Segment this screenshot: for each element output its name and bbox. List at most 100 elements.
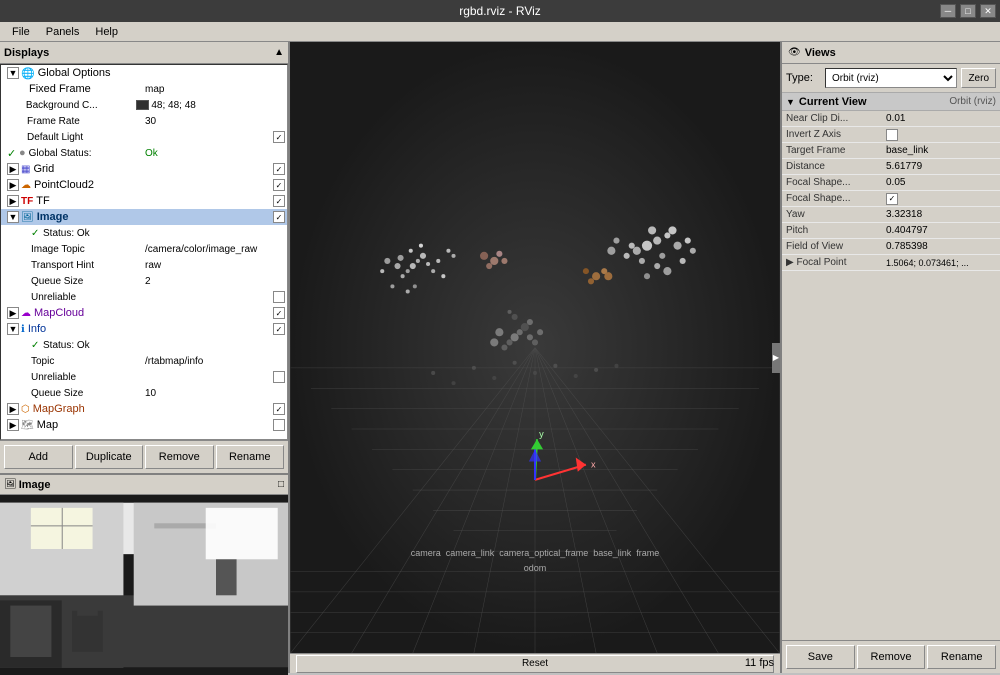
viewport-3d[interactable]: x y camera camera_link camera_optical_fr… [290, 42, 780, 653]
grid-label: Grid [33, 163, 273, 175]
properties-list: Near Clip Di... 0.01 Invert Z Axis Targe… [782, 111, 1000, 271]
cloud-icon: ☁ [21, 180, 31, 191]
image-status-check: ✓ [31, 228, 41, 239]
expand-global-options[interactable]: ▼ [7, 67, 19, 79]
info-checkbox[interactable]: ✓ [273, 323, 285, 335]
mapgraph-checkbox[interactable]: ✓ [273, 403, 285, 415]
transport-hint-label: Transport Hint [31, 260, 145, 271]
tree-row-transport-hint[interactable]: Transport Hint raw [1, 257, 287, 273]
minimize-button[interactable]: ─ [940, 4, 956, 18]
grid-checkbox[interactable]: ✓ [273, 163, 285, 175]
pointcloud2-label: PointCloud2 [34, 179, 273, 191]
prop-invert-z-label: Invert Z Axis [786, 129, 886, 140]
expand-grid[interactable]: ▶ [7, 163, 19, 175]
mapcloud-checkbox[interactable]: ✓ [273, 307, 285, 319]
tree-row-image-topic[interactable]: Image Topic /camera/color/image_raw [1, 241, 287, 257]
prop-fov-label: Field of View [786, 241, 886, 252]
image-section: 🖼 Image □ [0, 473, 288, 673]
image-topic-value: /camera/color/image_raw [145, 244, 285, 255]
expand-image[interactable]: ▼ [7, 211, 19, 223]
prop-focal-shape-size[interactable]: Focal Shape... 0.05 [782, 175, 1000, 191]
prop-focal-shape-fixed[interactable]: Focal Shape... ✓ [782, 191, 1000, 207]
menu-file[interactable]: File [4, 24, 38, 40]
maximize-button[interactable]: □ [960, 4, 976, 18]
left-panel: Displays ▲ ▼ 🌐 Global Options Fixed Fram… [0, 42, 290, 673]
prop-invert-z[interactable]: Invert Z Axis [782, 127, 1000, 143]
image-panel-expand[interactable]: □ [278, 479, 284, 490]
prop-fov-value: 0.785398 [886, 241, 996, 252]
menu-panels[interactable]: Panels [38, 24, 88, 40]
tree-row-pointcloud2[interactable]: ▶ ☁ PointCloud2 ✓ [1, 177, 287, 193]
tree-row-info-queue[interactable]: Queue Size 10 [1, 385, 287, 401]
tree-row-fixed-frame[interactable]: Fixed Frame map [1, 81, 287, 97]
tree-row-image-queue[interactable]: Queue Size 2 [1, 273, 287, 289]
image-checkbox[interactable]: ✓ [273, 211, 285, 223]
info-unreliable-checkbox[interactable] [273, 371, 285, 383]
displays-tree[interactable]: ▼ 🌐 Global Options Fixed Frame map Backg… [0, 64, 288, 440]
zero-button[interactable]: Zero [961, 68, 996, 88]
image-unreliable-checkbox[interactable] [273, 291, 285, 303]
mapgraph-icon: ⬡ [21, 404, 30, 415]
views-remove-button[interactable]: Remove [857, 645, 926, 669]
prop-target-frame-label: Target Frame [786, 145, 886, 156]
prop-distance[interactable]: Distance 5.61779 [782, 159, 1000, 175]
tree-row-global-options[interactable]: ▼ 🌐 Global Options [1, 65, 287, 81]
menu-help[interactable]: Help [87, 24, 126, 40]
tree-row-info-status[interactable]: ✓ Status: Ok [1, 337, 287, 353]
prop-near-clip[interactable]: Near Clip Di... 0.01 [782, 111, 1000, 127]
tree-row-mapcloud[interactable]: ▶ ☁ MapCloud ✓ [1, 305, 287, 321]
bg-color-swatch[interactable] [136, 100, 149, 110]
resize-right-handle[interactable]: ▶ [772, 343, 780, 373]
close-button[interactable]: ✕ [980, 4, 996, 18]
expand-pointcloud2[interactable]: ▶ [7, 179, 19, 191]
current-view-header[interactable]: ▼ Current View Orbit (rviz) [782, 93, 1000, 111]
tree-row-default-light[interactable]: Default Light ✓ [1, 129, 287, 145]
prop-focal-shape-fixed-checkbox[interactable]: ✓ [886, 193, 898, 205]
duplicate-button[interactable]: Duplicate [75, 445, 144, 469]
prop-focal-shape-size-value: 0.05 [886, 177, 996, 188]
fps-display: 11 fps [745, 657, 774, 669]
prop-yaw[interactable]: Yaw 3.32318 [782, 207, 1000, 223]
image-panel-header: 🖼 Image □ [0, 475, 288, 495]
expand-mapgraph[interactable]: ▶ [7, 403, 19, 415]
views-title: Views [805, 47, 836, 59]
prop-target-frame[interactable]: Target Frame base_link [782, 143, 1000, 159]
reset-button[interactable]: Reset [296, 655, 774, 673]
tree-row-bg-color[interactable]: Background C... 48; 48; 48 [1, 97, 287, 113]
bg-color-label: Background C... [26, 100, 136, 111]
scene-svg: x y [290, 42, 780, 653]
tree-row-info-unreliable[interactable]: Unreliable [1, 369, 287, 385]
tree-row-info[interactable]: ▼ ℹ Info ✓ [1, 321, 287, 337]
displays-collapse-icon[interactable]: ▲ [274, 47, 284, 58]
expand-mapcloud[interactable]: ▶ [7, 307, 19, 319]
remove-button[interactable]: Remove [145, 445, 214, 469]
add-button[interactable]: Add [4, 445, 73, 469]
rename-button[interactable]: Rename [216, 445, 285, 469]
type-select[interactable]: Orbit (rviz) [825, 68, 957, 88]
prop-fov[interactable]: Field of View 0.785398 [782, 239, 1000, 255]
prop-focal-point[interactable]: ▶ Focal Point 1.5064; 0.073461; ... [782, 255, 1000, 271]
tree-row-info-topic[interactable]: Topic /rtabmap/info [1, 353, 287, 369]
pointcloud2-checkbox[interactable]: ✓ [273, 179, 285, 191]
expand-info[interactable]: ▼ [7, 323, 19, 335]
tree-row-image[interactable]: ▼ 🖼 Image ✓ [1, 209, 287, 225]
expand-tf[interactable]: ▶ [7, 195, 19, 207]
prop-invert-z-checkbox[interactable] [886, 129, 898, 141]
views-rename-button[interactable]: Rename [927, 645, 996, 669]
default-light-checkbox[interactable]: ✓ [273, 131, 285, 143]
tree-row-image-unreliable[interactable]: Unreliable [1, 289, 287, 305]
tree-row-tf[interactable]: ▶ TF TF ✓ [1, 193, 287, 209]
views-buttons: Save Remove Rename [782, 640, 1000, 673]
map-checkbox[interactable] [273, 419, 285, 431]
tree-row-mapgraph[interactable]: ▶ ⬡ MapGraph ✓ [1, 401, 287, 417]
tree-row-map[interactable]: ▶ 🗺 Map [1, 417, 287, 433]
tree-row-global-status[interactable]: ✓ ● Global Status: Ok [1, 145, 287, 161]
prop-pitch[interactable]: Pitch 0.404797 [782, 223, 1000, 239]
views-save-button[interactable]: Save [786, 645, 855, 669]
expand-map[interactable]: ▶ [7, 419, 19, 431]
tree-row-frame-rate[interactable]: Frame Rate 30 [1, 113, 287, 129]
current-view-expand: ▼ [786, 97, 795, 107]
tf-checkbox[interactable]: ✓ [273, 195, 285, 207]
tree-row-grid[interactable]: ▶ ▦ Grid ✓ [1, 161, 287, 177]
tree-row-image-status[interactable]: ✓ Status: Ok [1, 225, 287, 241]
